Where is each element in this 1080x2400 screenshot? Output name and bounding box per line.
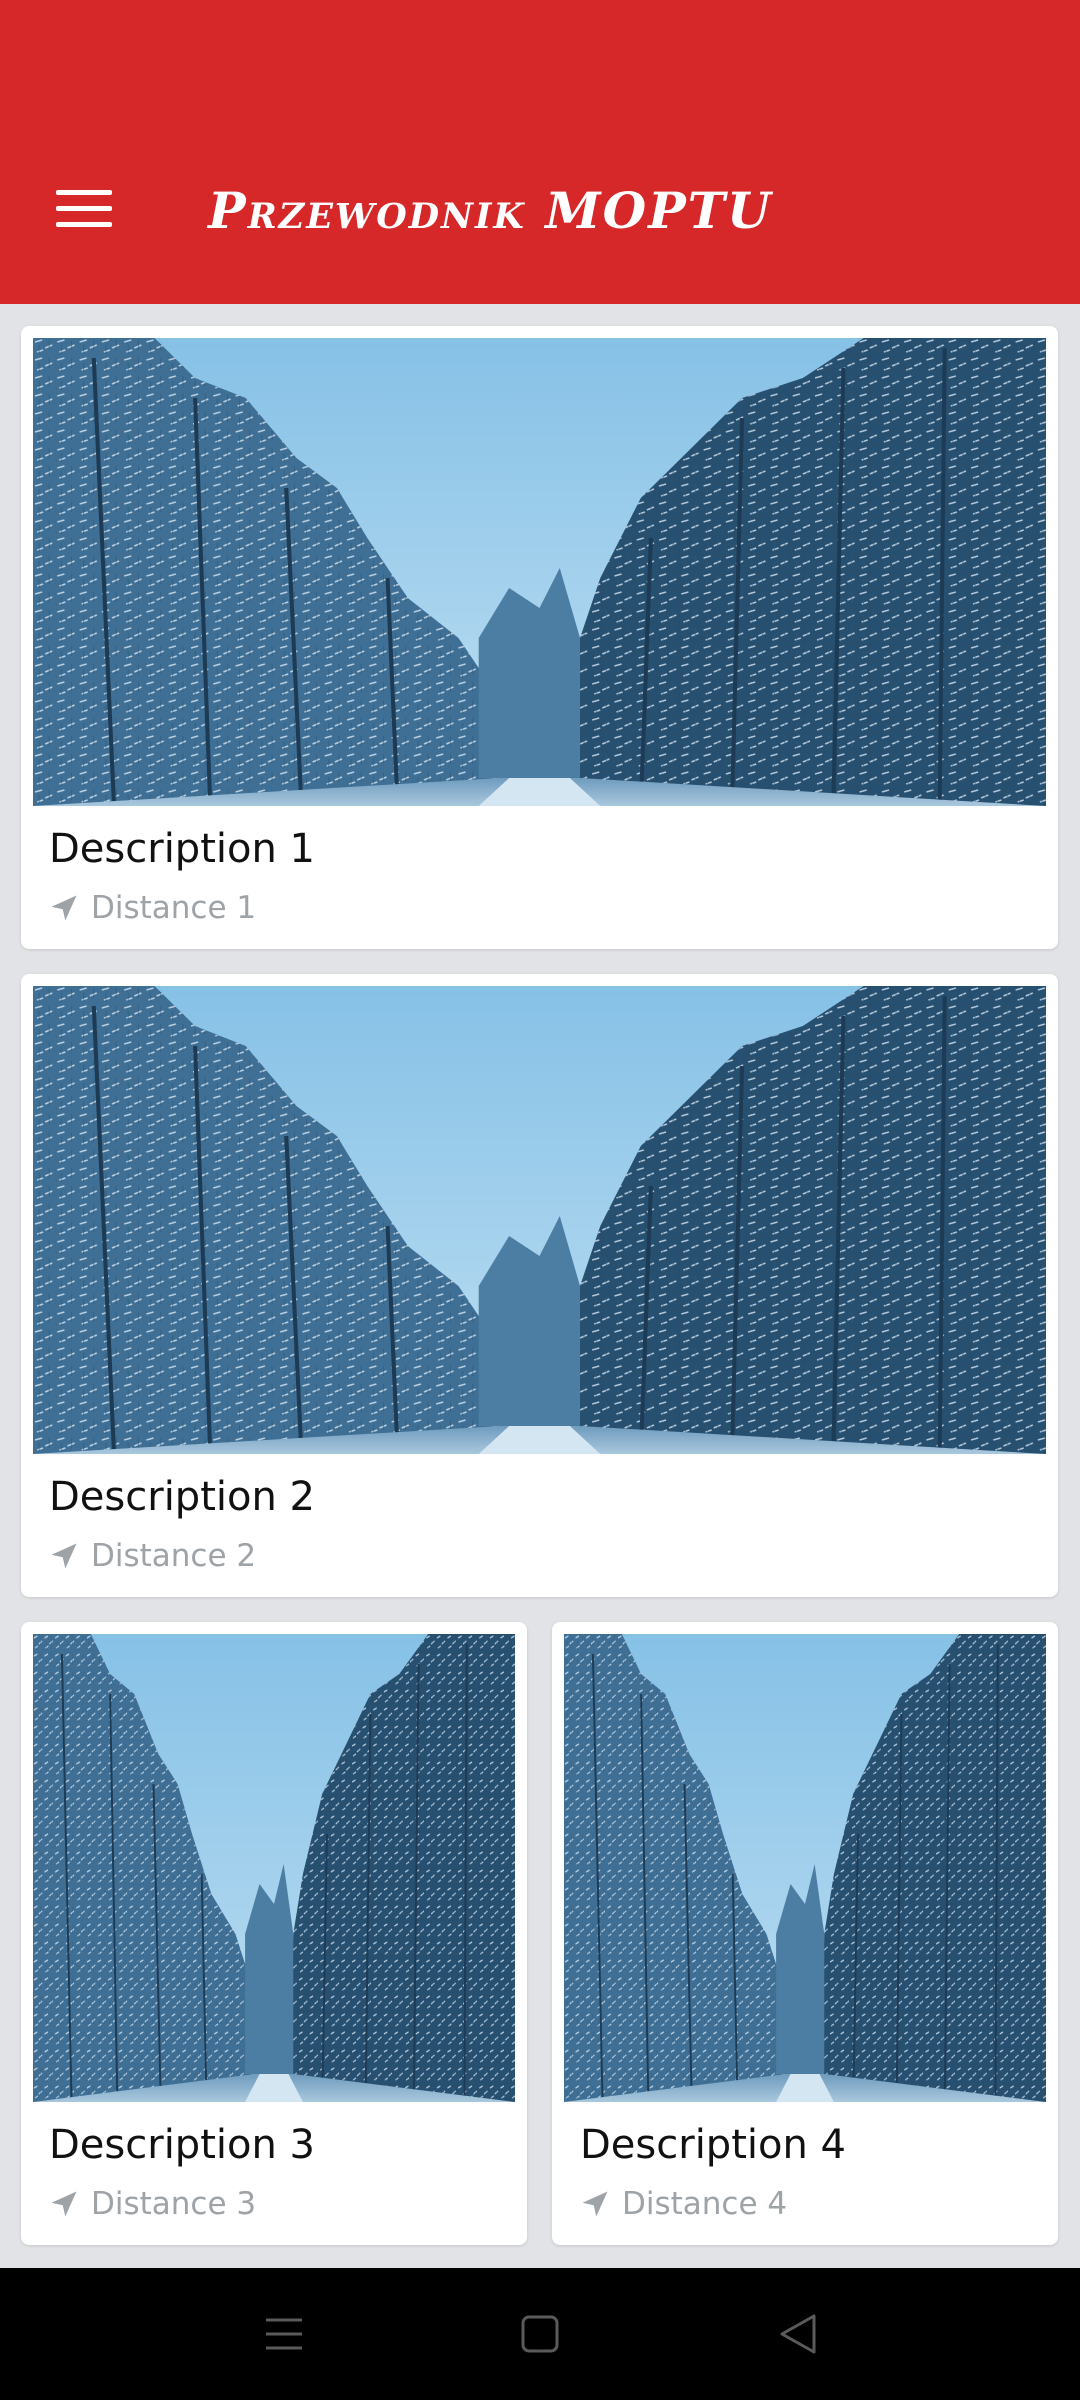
snowy-forest-road-photo xyxy=(33,986,1046,1454)
navigation-arrow-icon xyxy=(51,2191,77,2217)
navigation-arrow-icon xyxy=(51,895,77,921)
home-icon xyxy=(521,2315,559,2353)
distance-label: Distance 4 xyxy=(622,2186,788,2222)
card-title: Description 3 xyxy=(49,2122,315,2168)
system-nav-bar xyxy=(0,2268,1080,2400)
home-button[interactable] xyxy=(500,2298,580,2370)
recents-icon xyxy=(266,2318,302,2350)
card-title: Description 2 xyxy=(49,1474,315,1520)
place-card[interactable]: Description 1 Distance 1 xyxy=(21,326,1058,949)
recents-button[interactable] xyxy=(244,2298,324,2370)
card-distance: Distance 2 xyxy=(49,1538,256,1574)
snowy-forest-road-photo xyxy=(564,1634,1046,2102)
navigation-arrow-icon xyxy=(51,1543,77,1569)
menu-icon xyxy=(40,170,128,246)
menu-button[interactable] xyxy=(40,170,128,246)
distance-label: Distance 2 xyxy=(91,1538,257,1574)
back-icon xyxy=(780,2314,816,2354)
place-card[interactable]: Description 3 Distance 3 xyxy=(21,1622,527,2245)
card-distance: Distance 3 xyxy=(49,2186,256,2222)
distance-label: Distance 1 xyxy=(91,890,257,926)
card-title: Description 4 xyxy=(580,2122,846,2168)
card-title: Description 1 xyxy=(49,826,315,872)
app-title: Przewodnik MOPTU xyxy=(208,181,773,240)
snowy-forest-road-photo xyxy=(33,1634,515,2102)
snowy-forest-road-photo xyxy=(33,338,1046,806)
place-card[interactable]: Description 2 Distance 2 xyxy=(21,974,1058,1597)
card-distance: Distance 4 xyxy=(580,2186,787,2222)
card-distance: Distance 1 xyxy=(49,890,256,926)
back-button[interactable] xyxy=(760,2298,840,2370)
place-card[interactable]: Description 4 Distance 4 xyxy=(552,1622,1058,2245)
navigation-arrow-icon xyxy=(582,2191,608,2217)
distance-label: Distance 3 xyxy=(91,2186,257,2222)
app-bar: Przewodnik MOPTU xyxy=(0,0,1080,304)
